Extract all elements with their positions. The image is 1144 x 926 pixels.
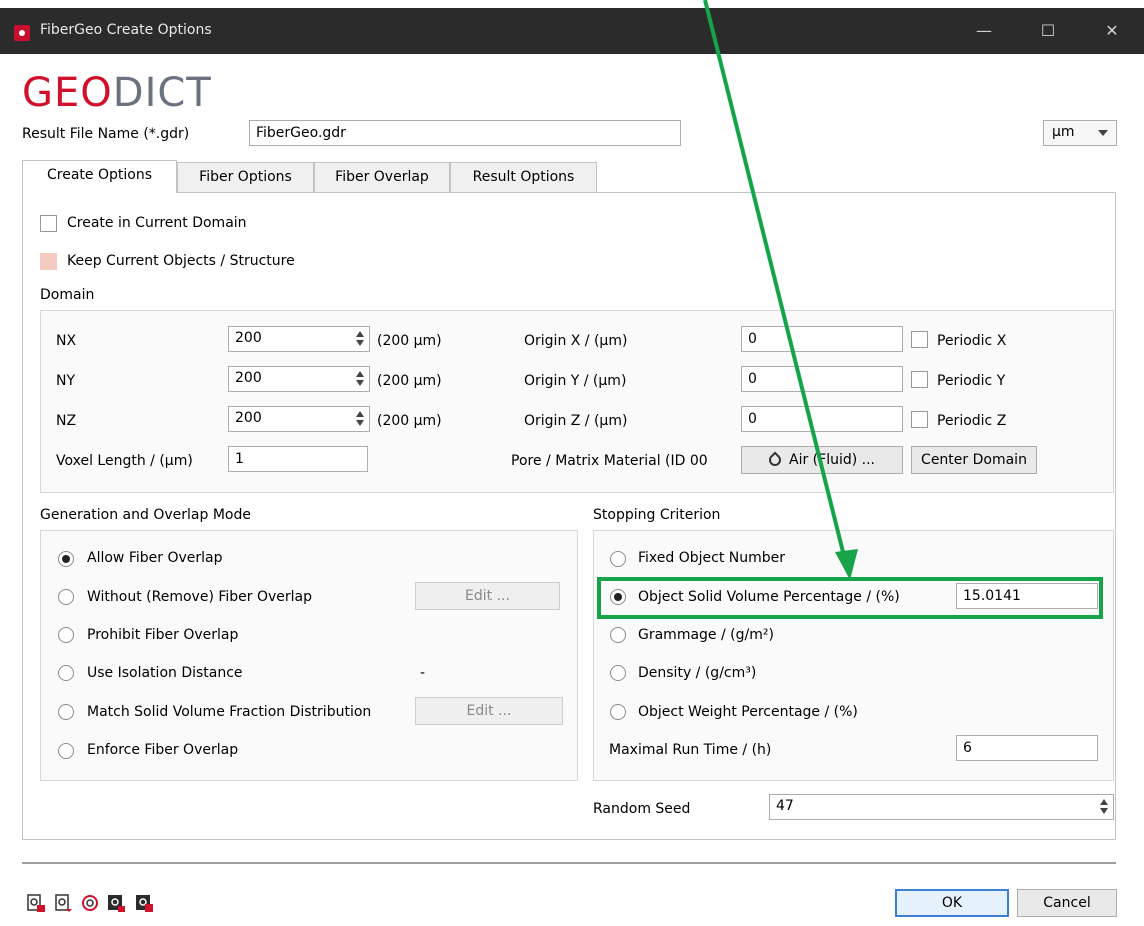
center-domain-button[interactable]: Center Domain <box>911 446 1037 474</box>
unit-select[interactable]: µm <box>1043 120 1117 146</box>
close-button[interactable]: ✕ <box>1092 18 1132 44</box>
prohibit-overlap-label: Prohibit Fiber Overlap <box>87 627 239 643</box>
create-in-domain-label: Create in Current Domain <box>67 215 247 231</box>
domain-section-label: Domain <box>40 287 95 303</box>
create-in-domain-checkbox[interactable] <box>40 215 57 232</box>
fixed-object-number-radio[interactable] <box>610 551 626 567</box>
enforce-overlap-radio[interactable] <box>58 743 74 759</box>
nx-size-label: (200 µm) <box>377 333 442 349</box>
match-svf-edit-button[interactable]: Edit ... <box>415 697 563 725</box>
ny-size-label: (200 µm) <box>377 373 442 389</box>
overlap-section-label: Generation and Overlap Mode <box>40 507 251 523</box>
periodic-x-checkbox[interactable] <box>911 331 928 348</box>
nz-spinbox[interactable]: 200 <box>228 406 370 432</box>
voxel-length-input[interactable]: 1 <box>228 446 368 472</box>
isolation-distance-radio[interactable] <box>58 665 74 681</box>
random-seed-spinbox[interactable]: 47 <box>769 794 1114 820</box>
origin-z-input[interactable]: 0 <box>741 406 903 432</box>
title-bar: FiberGeo Create Options — ☐ ✕ <box>0 0 1144 62</box>
enforce-overlap-label: Enforce Fiber Overlap <box>87 742 239 758</box>
export-macro-icon[interactable] <box>106 893 126 913</box>
keep-current-label: Keep Current Objects / Structure <box>67 253 295 269</box>
app-icon <box>14 25 30 41</box>
periodic-y-checkbox[interactable] <box>911 371 928 388</box>
periodic-x-label: Periodic X <box>937 333 1007 349</box>
unit-select-value: µm <box>1052 124 1075 140</box>
result-file-label: Result File Name (*.gdr) <box>22 126 190 142</box>
spin-arrows-icon[interactable] <box>354 370 366 388</box>
nz-value: 200 <box>235 410 262 426</box>
allow-overlap-radio[interactable] <box>58 551 74 567</box>
remove-overlap-radio[interactable] <box>58 589 74 605</box>
spin-arrows-icon[interactable] <box>354 410 366 428</box>
tab-create-options[interactable]: Create Options <box>22 160 177 193</box>
tab-fiber-overlap[interactable]: Fiber Overlap <box>314 162 450 192</box>
remove-overlap-edit-button[interactable]: Edit ... <box>415 582 560 610</box>
ny-value: 200 <box>235 370 262 386</box>
cancel-button[interactable]: Cancel <box>1017 889 1117 917</box>
maximize-button[interactable]: ☐ <box>1028 18 1068 44</box>
reset-settings-icon[interactable] <box>80 893 100 913</box>
material-button[interactable]: Air (Fluid) ... <box>741 446 903 474</box>
random-seed-label: Random Seed <box>593 801 691 817</box>
material-label: Pore / Matrix Material (ID 00 <box>511 453 708 469</box>
footer-separator <box>22 862 1116 864</box>
origin-x-label: Origin X / (µm) <box>524 333 628 349</box>
spin-arrows-icon[interactable] <box>1098 798 1110 816</box>
ny-label: NY <box>56 373 76 389</box>
spin-arrows-icon[interactable] <box>354 330 366 348</box>
grammage-radio[interactable] <box>610 627 626 643</box>
periodic-z-checkbox[interactable] <box>911 411 928 428</box>
periodic-z-label: Periodic Z <box>937 413 1007 429</box>
save-settings-icon[interactable] <box>54 893 74 913</box>
droplet-icon <box>766 451 784 469</box>
grammage-label: Grammage / (g/m²) <box>638 627 774 643</box>
match-svf-radio[interactable] <box>58 704 74 720</box>
chevron-down-icon <box>1098 130 1108 136</box>
nz-label: NZ <box>56 413 77 429</box>
nz-size-label: (200 µm) <box>377 413 442 429</box>
weight-percentage-label: Object Weight Percentage / (%) <box>638 704 858 720</box>
isolation-distance-value: - <box>420 665 426 681</box>
random-seed-value: 47 <box>776 798 794 814</box>
result-file-input[interactable]: FiberGeo.gdr <box>249 120 681 146</box>
isolation-distance-label: Use Isolation Distance <box>87 665 243 681</box>
match-svf-label: Match Solid Volume Fraction Distribution <box>87 704 372 720</box>
material-button-label: Air (Fluid) ... <box>789 452 875 468</box>
remove-overlap-label: Without (Remove) Fiber Overlap <box>87 589 313 605</box>
prohibit-overlap-radio[interactable] <box>58 627 74 643</box>
tab-result-options[interactable]: Result Options <box>450 162 597 192</box>
load-settings-icon[interactable] <box>26 893 46 913</box>
origin-x-input[interactable]: 0 <box>741 326 903 352</box>
keep-current-checkbox[interactable] <box>40 253 57 270</box>
voxel-length-label: Voxel Length / (µm) <box>56 453 193 469</box>
density-radio[interactable] <box>610 665 626 681</box>
fixed-object-number-label: Fixed Object Number <box>638 550 786 566</box>
title-bar-background: FiberGeo Create Options — ☐ ✕ <box>0 8 1144 54</box>
nx-spinbox[interactable]: 200 <box>228 326 370 352</box>
import-macro-icon[interactable] <box>134 893 154 913</box>
weight-percentage-radio[interactable] <box>610 704 626 720</box>
stopping-section-label: Stopping Criterion <box>593 507 721 523</box>
density-label: Density / (g/cm³) <box>638 665 757 681</box>
minimize-button[interactable]: — <box>964 18 1004 44</box>
origin-z-label: Origin Z / (µm) <box>524 413 628 429</box>
nx-value: 200 <box>235 330 262 346</box>
window-title: FiberGeo Create Options <box>40 22 212 38</box>
nx-label: NX <box>56 333 77 349</box>
geodict-logo: GEODICT <box>22 70 212 116</box>
max-runtime-input[interactable]: 6 <box>956 735 1098 761</box>
annotation-highlight-box <box>597 577 1103 619</box>
ny-spinbox[interactable]: 200 <box>228 366 370 392</box>
allow-overlap-label: Allow Fiber Overlap <box>87 550 223 566</box>
ok-button[interactable]: OK <box>895 889 1009 917</box>
periodic-y-label: Periodic Y <box>937 373 1006 389</box>
origin-y-label: Origin Y / (µm) <box>524 373 627 389</box>
origin-y-input[interactable]: 0 <box>741 366 903 392</box>
max-runtime-label: Maximal Run Time / (h) <box>609 742 772 758</box>
tab-fiber-options[interactable]: Fiber Options <box>177 162 314 192</box>
